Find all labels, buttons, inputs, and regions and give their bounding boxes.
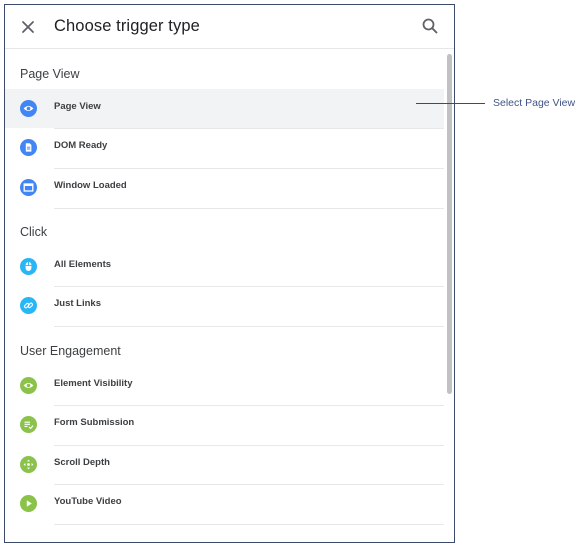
trigger-type-dialog: Choose trigger type Page View Page View … (4, 4, 455, 543)
trigger-item-label: Just Links (54, 298, 101, 309)
trigger-item-label: DOM Ready (54, 140, 108, 151)
callout-line (416, 103, 485, 104)
list-divider (54, 128, 444, 129)
trigger-item-label: All Elements (54, 259, 112, 270)
list-divider (54, 405, 444, 406)
trigger-item-label: Window Loaded (54, 180, 127, 191)
move-icon (20, 456, 37, 473)
trigger-item-page-view[interactable]: Page View (5, 89, 444, 128)
link-icon (20, 297, 37, 314)
form-icon (20, 416, 37, 433)
section-title-user-engagement: User Engagement (20, 344, 121, 358)
search-icon[interactable] (420, 16, 440, 36)
play-icon (20, 495, 37, 512)
trigger-item-window-loaded[interactable]: Window Loaded (5, 168, 444, 207)
callout-text: Select Page View (493, 97, 576, 109)
trigger-item-scroll-depth[interactable]: Scroll Depth (5, 445, 444, 484)
trigger-item-label: Form Submission (54, 417, 135, 428)
close-icon[interactable] (18, 17, 38, 37)
trigger-item-form-submission[interactable]: Form Submission (5, 405, 444, 444)
window-icon (20, 179, 37, 196)
eye-icon (20, 100, 37, 117)
trigger-item-dom-ready[interactable]: DOM Ready (5, 128, 444, 167)
trigger-item-label: YouTube Video (54, 496, 122, 507)
trigger-item-youtube-video[interactable]: YouTube Video (5, 484, 444, 523)
list-divider (54, 168, 444, 169)
list-divider (54, 484, 444, 485)
section-title-click: Click (20, 225, 48, 239)
list-divider (54, 208, 444, 209)
scrollbar[interactable] (446, 49, 454, 542)
list-divider (54, 286, 444, 287)
list-divider (54, 326, 444, 327)
list-divider (54, 524, 444, 525)
trigger-item-label: Scroll Depth (54, 457, 110, 468)
trigger-item-element-visibility[interactable]: Element Visibility (5, 366, 444, 405)
trigger-item-label: Page View (54, 101, 101, 112)
mouse-icon (20, 258, 37, 275)
scrollbar-thumb[interactable] (447, 54, 452, 394)
eye-icon (20, 377, 37, 394)
document-icon (20, 139, 37, 156)
trigger-item-label: Element Visibility (54, 378, 133, 389)
section-title-page-view: Page View (20, 67, 80, 81)
list-divider (54, 445, 444, 446)
trigger-item-all-elements[interactable]: All Elements (5, 247, 444, 286)
trigger-item-just-links[interactable]: Just Links (5, 286, 444, 325)
dialog-title: Choose trigger type (54, 17, 200, 35)
dialog-header: Choose trigger type (5, 5, 454, 49)
